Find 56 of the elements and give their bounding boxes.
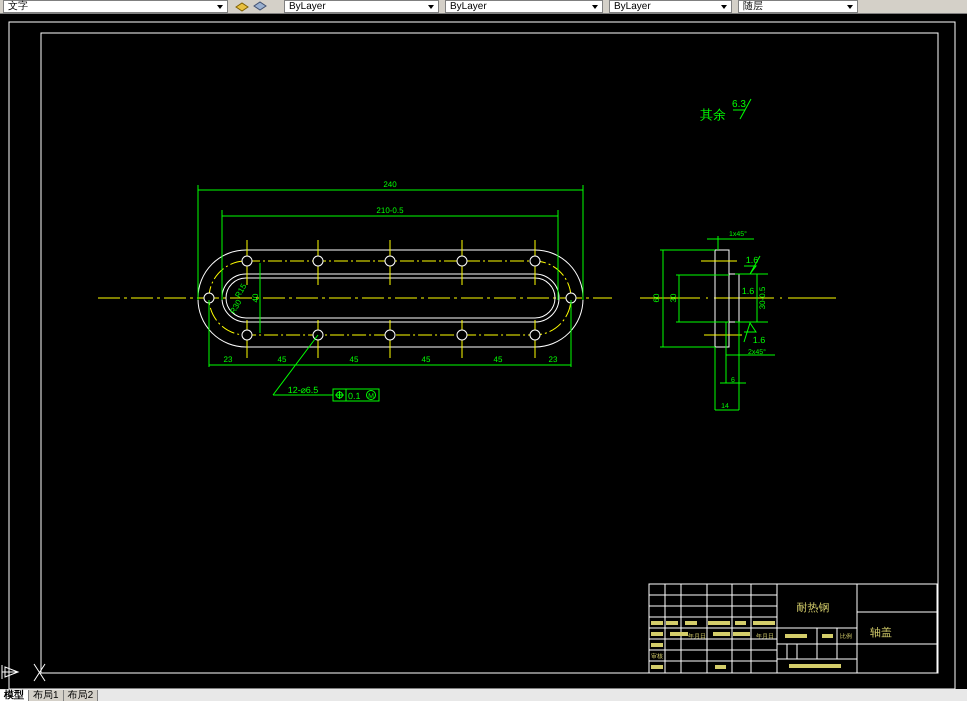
roughness-note: 其余 [700,107,726,122]
text-mark [713,632,730,636]
dropdown-caret-icon [592,4,598,8]
roughness-value: 1.6 [746,255,758,265]
dimension-text: 45 [278,355,286,364]
part-name-text: 轴盖 [870,627,892,639]
material-text: 耐热钢 [796,602,830,614]
roughness-value: 1.6 [752,335,766,345]
layout-tab[interactable]: 模型 [0,690,29,701]
toolbar-dropdown[interactable]: ByLayer [445,0,603,13]
dimension-text: 45 [422,355,430,364]
text-mark [666,621,678,625]
text-mark [789,664,841,668]
text-mark [822,634,833,638]
dimension-text: 23 [548,355,558,364]
toolbar-dropdown[interactable]: ByLayer [609,0,732,13]
text-mark [651,621,663,625]
layers-icon[interactable] [253,1,267,12]
text-mark [733,632,750,636]
hole-callout-text: 12-⌀6.5 [288,385,318,395]
text-mark [651,665,663,669]
roughness-symbol-icon [744,256,760,274]
text-mark [708,621,730,625]
dropdown-caret-icon [847,4,853,8]
dimension-text: 23 [224,355,232,364]
dimension-text: 45 [350,355,358,364]
roughness-value: 6.3 [732,99,746,110]
text-mark [685,621,697,625]
dimension-text: 240 [383,180,397,189]
toolbar-dropdown[interactable]: 随层 [738,0,858,13]
dimension-text: 60 [652,294,661,302]
text-mark [670,632,688,636]
dimension-text: 30-0.5 [758,286,767,310]
dimension-text: 210-0.5 [376,206,404,215]
tolerance-value: 0.1 [348,391,361,401]
layer-icon[interactable] [235,1,249,12]
dropdown-caret-icon [428,4,434,8]
toolbar-dropdown[interactable]: ByLayer [284,0,439,13]
dropdown-caret-icon [721,4,727,8]
text-mark [715,665,726,669]
text-mark [651,643,663,647]
dimension-text: 40 [251,294,260,302]
ucs-icon [2,664,20,680]
layout-tab[interactable]: 布局2 [64,690,98,701]
toolbar-dropdown[interactable]: 文字 [3,0,228,13]
cursor-cross-icon [34,664,46,682]
dimension-text: 30 [669,294,678,302]
dimension-text: 45 [494,355,502,364]
roughness-symbol-icon [732,98,752,120]
text-mark [753,621,775,625]
text-mark [735,621,746,625]
roughness-value: 1.6 [742,286,754,296]
dropdown-caret-icon [217,4,223,8]
layout-tab[interactable]: 布局1 [29,690,64,701]
text-mark [651,632,663,636]
text-mark [785,634,807,638]
